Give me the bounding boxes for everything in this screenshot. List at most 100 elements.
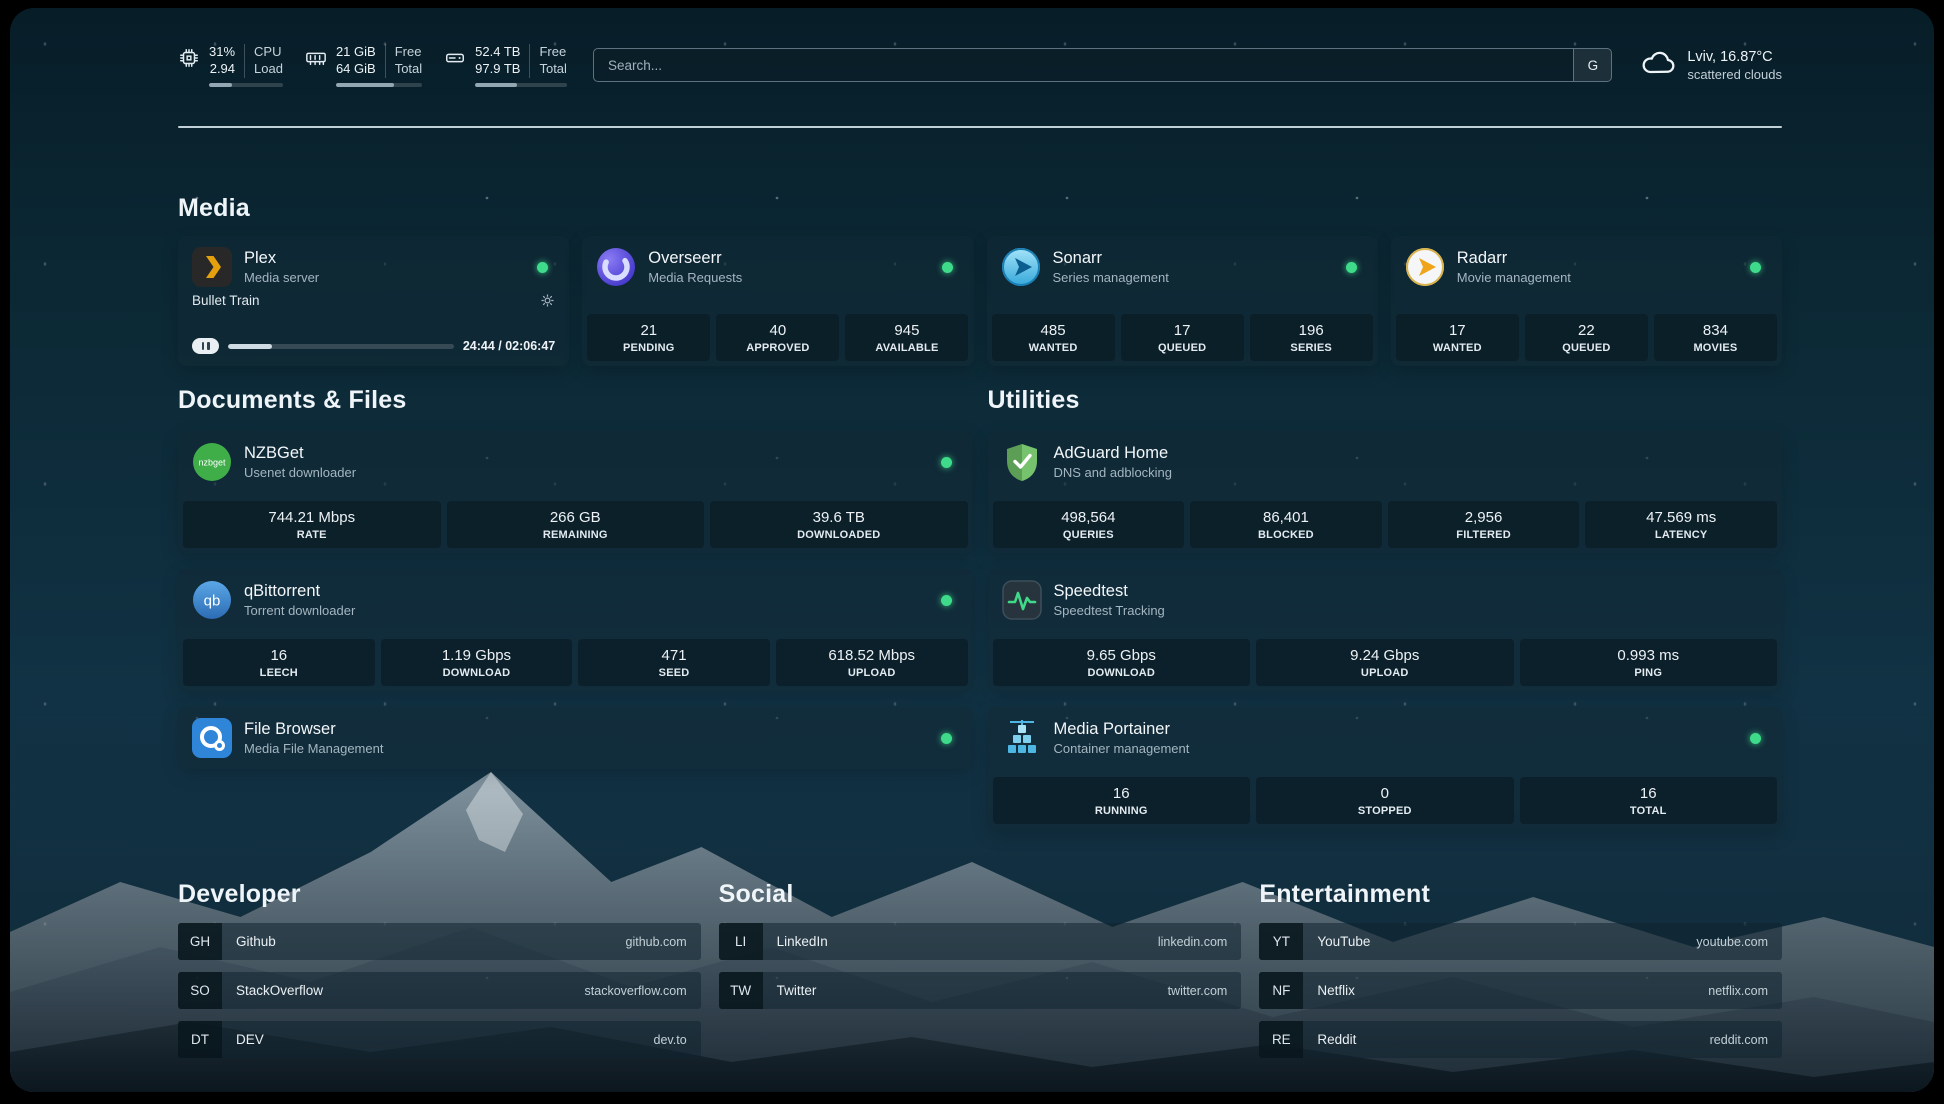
disk-total: 97.9 TB xyxy=(475,61,520,78)
ram-metric: 21 GiB64 GiB FreeTotal xyxy=(305,44,422,87)
stat-series: 196SERIES xyxy=(1250,314,1373,361)
app-card-qbittorrent[interactable]: qb qBittorrent Torrent downloader 16LEEC… xyxy=(178,569,973,691)
app-name: AdGuard Home xyxy=(1054,444,1173,463)
app-card-speedtest[interactable]: Speedtest Speedtest Tracking 9.65 GbpsDO… xyxy=(988,569,1783,691)
documents-column: Documents & Files nzbget NZBGet Usenet d… xyxy=(178,386,973,785)
search-input[interactable] xyxy=(594,49,1573,81)
ram-free: 21 GiB xyxy=(336,44,376,61)
portainer-icon xyxy=(1002,718,1042,758)
bookmark-dev[interactable]: DT DEV dev.to xyxy=(178,1021,701,1058)
svg-text:nzbget: nzbget xyxy=(198,458,226,468)
gear-icon[interactable] xyxy=(540,293,555,308)
reddit-abbr-badge: RE xyxy=(1259,1021,1303,1058)
app-subtitle: Speedtest Tracking xyxy=(1054,603,1165,618)
cpu-label: CPU xyxy=(254,44,283,61)
playback-progress[interactable] xyxy=(228,344,454,349)
topbar-divider xyxy=(178,126,1782,128)
stat-queued: 22QUEUED xyxy=(1525,314,1648,361)
dev-abbr-badge: DT xyxy=(178,1021,222,1058)
app-card-overseerr[interactable]: Overseerr Media Requests 21PENDING 40APP… xyxy=(582,236,973,366)
disk-free: 52.4 TB xyxy=(475,44,520,61)
ram-total: 64 GiB xyxy=(336,61,376,78)
disk-progress-bar xyxy=(475,83,567,87)
ram-total-label: Total xyxy=(395,61,422,78)
app-subtitle: Media Requests xyxy=(648,270,742,285)
section-title-developer: Developer xyxy=(178,880,701,909)
ram-progress-bar xyxy=(336,83,422,87)
qbittorrent-icon: qb xyxy=(192,580,232,620)
dashboard-screen: 31%2.94 CPULoad 21 GiB64 GiB xyxy=(10,8,1934,1092)
app-card-plex[interactable]: Plex Media server Bullet Train 24:44 / 0… xyxy=(178,236,569,366)
bookmark-group-developer: Developer GH Github github.com SO StackO… xyxy=(178,880,701,1058)
cpu-progress-bar xyxy=(209,83,283,87)
status-dot xyxy=(1346,262,1357,273)
section-title-utilities: Utilities xyxy=(988,386,1783,415)
app-subtitle: DNS and adblocking xyxy=(1054,465,1173,480)
stat-running: 16RUNNING xyxy=(993,777,1251,824)
bookmark-twitter[interactable]: TW Twitter twitter.com xyxy=(719,972,1242,1009)
app-subtitle: Media File Management xyxy=(244,741,383,756)
stat-wanted: 485WANTED xyxy=(992,314,1115,361)
stat-queued: 17QUEUED xyxy=(1121,314,1244,361)
playback-time: 24:44 / 02:06:47 xyxy=(463,339,555,353)
app-card-nzbget[interactable]: nzbget NZBGet Usenet downloader 744.21 M… xyxy=(178,431,973,553)
cpu-icon xyxy=(178,47,200,74)
bookmark-group-entertainment: Entertainment YT YouTube youtube.com NF … xyxy=(1259,880,1782,1058)
status-dot xyxy=(942,262,953,273)
section-title-social: Social xyxy=(719,880,1242,909)
cpu-metric: 31%2.94 CPULoad xyxy=(178,44,283,87)
twitter-abbr-badge: TW xyxy=(719,972,763,1009)
disk-total-label: Total xyxy=(539,61,566,78)
topbar: 31%2.94 CPULoad 21 GiB64 GiB xyxy=(178,44,1782,87)
weather-widget[interactable]: Lviv, 16.87°C scattered clouds xyxy=(1640,45,1782,86)
search-bar: G xyxy=(593,48,1612,82)
svg-text:qb: qb xyxy=(204,593,221,610)
app-card-radarr[interactable]: Radarr Movie management 17WANTED 22QUEUE… xyxy=(1391,236,1782,366)
app-card-sonarr[interactable]: Sonarr Series management 485WANTED 17QUE… xyxy=(987,236,1378,366)
bookmark-stackoverflow[interactable]: SO StackOverflow stackoverflow.com xyxy=(178,972,701,1009)
nzbget-icon: nzbget xyxy=(192,442,232,482)
media-grid: Plex Media server Bullet Train 24:44 / 0… xyxy=(178,236,1782,366)
linkedin-abbr-badge: LI xyxy=(719,923,763,960)
stat-movies: 834MOVIES xyxy=(1654,314,1777,361)
weather-location: Lviv, 16.87°C xyxy=(1687,49,1782,65)
app-name: qBittorrent xyxy=(244,582,355,601)
app-name: Media Portainer xyxy=(1054,720,1190,739)
stat-leech: 16LEECH xyxy=(183,639,375,686)
app-name: Sonarr xyxy=(1053,249,1169,268)
weather-condition: scattered clouds xyxy=(1687,67,1782,82)
bookmark-netflix[interactable]: NF Netflix netflix.com xyxy=(1259,972,1782,1009)
app-subtitle: Media server xyxy=(244,270,319,285)
app-card-adguard[interactable]: AdGuard Home DNS and adblocking 498,564Q… xyxy=(988,431,1783,553)
app-card-portainer[interactable]: Media Portainer Container management 16R… xyxy=(988,707,1783,829)
bookmark-linkedin[interactable]: LI LinkedIn linkedin.com xyxy=(719,923,1242,960)
bookmark-youtube[interactable]: YT YouTube youtube.com xyxy=(1259,923,1782,960)
pause-button[interactable] xyxy=(192,338,219,354)
overseerr-icon xyxy=(596,247,636,287)
app-subtitle: Torrent downloader xyxy=(244,603,355,618)
app-card-filebrowser[interactable]: File Browser Media File Management xyxy=(178,707,973,769)
status-dot xyxy=(941,457,952,468)
ram-free-label: Free xyxy=(395,44,422,61)
now-playing-title: Bullet Train xyxy=(192,293,260,308)
status-dot xyxy=(1750,262,1761,273)
stat-stopped: 0STOPPED xyxy=(1256,777,1514,824)
app-name: File Browser xyxy=(244,720,383,739)
stat-upload: 618.52 MbpsUPLOAD xyxy=(776,639,968,686)
stat-queries: 498,564QUERIES xyxy=(993,501,1185,548)
stat-downloaded: 39.6 TBDOWNLOADED xyxy=(710,501,968,548)
bookmark-reddit[interactable]: RE Reddit reddit.com xyxy=(1259,1021,1782,1058)
app-name: Plex xyxy=(244,249,319,268)
cpu-load: 2.94 xyxy=(210,61,235,78)
stat-available: 945AVAILABLE xyxy=(845,314,968,361)
search-engine-button[interactable]: G xyxy=(1573,49,1611,81)
radarr-icon xyxy=(1405,247,1445,287)
speedtest-icon xyxy=(1002,580,1042,620)
status-dot xyxy=(537,262,548,273)
ram-icon xyxy=(305,47,327,74)
stat-remaining: 266 GBREMAINING xyxy=(447,501,705,548)
section-title-entertainment: Entertainment xyxy=(1259,880,1782,909)
filebrowser-icon xyxy=(192,718,232,758)
bookmark-github[interactable]: GH Github github.com xyxy=(178,923,701,960)
section-title-media: Media xyxy=(178,194,250,223)
